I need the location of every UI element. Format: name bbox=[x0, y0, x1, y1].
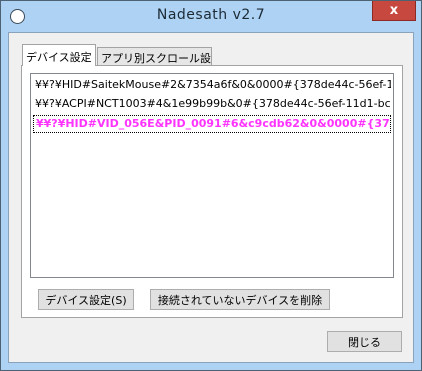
close-icon: x bbox=[389, 3, 399, 18]
close-button[interactable]: 閉じる bbox=[327, 331, 402, 352]
window-title: Nadesath v2.7 bbox=[156, 7, 266, 23]
dialog-client-area: デバイス設定 アプリ別スクロール設定 ¥¥?¥HID#SaitekMouse#2… bbox=[8, 32, 414, 363]
delete-unconnected-devices-button[interactable]: 接続されていないデバイスを削除 bbox=[150, 289, 330, 310]
tab-device-settings[interactable]: デバイス設定 bbox=[22, 44, 96, 66]
device-list[interactable]: ¥¥?¥HID#SaitekMouse#2&7354a6f&0&0000#{37… bbox=[30, 73, 394, 278]
title-bar[interactable]: Nadesath v2.7 x bbox=[1, 1, 421, 32]
device-list-item-selected[interactable]: ¥¥?¥HID#VID_056E&PID_0091#6&c9cdb62&0&00… bbox=[33, 115, 391, 133]
device-list-item[interactable]: ¥¥?¥ACPI#NCT1003#4&1e99b99b&0#{378de44c-… bbox=[33, 96, 391, 114]
window-close-button[interactable]: x bbox=[372, 1, 416, 21]
app-window: Nadesath v2.7 x デバイス設定 アプリ別スクロール設定 ¥¥?¥H… bbox=[0, 0, 422, 371]
device-list-item[interactable]: ¥¥?¥HID#SaitekMouse#2&7354a6f&0&0000#{37… bbox=[33, 77, 391, 95]
tab-app-scroll-settings[interactable]: アプリ別スクロール設定 bbox=[97, 47, 212, 65]
device-settings-button[interactable]: デバイス設定(S) bbox=[38, 289, 134, 310]
tab-panel: ¥¥?¥HID#SaitekMouse#2&7354a6f&0&0000#{37… bbox=[21, 65, 403, 318]
